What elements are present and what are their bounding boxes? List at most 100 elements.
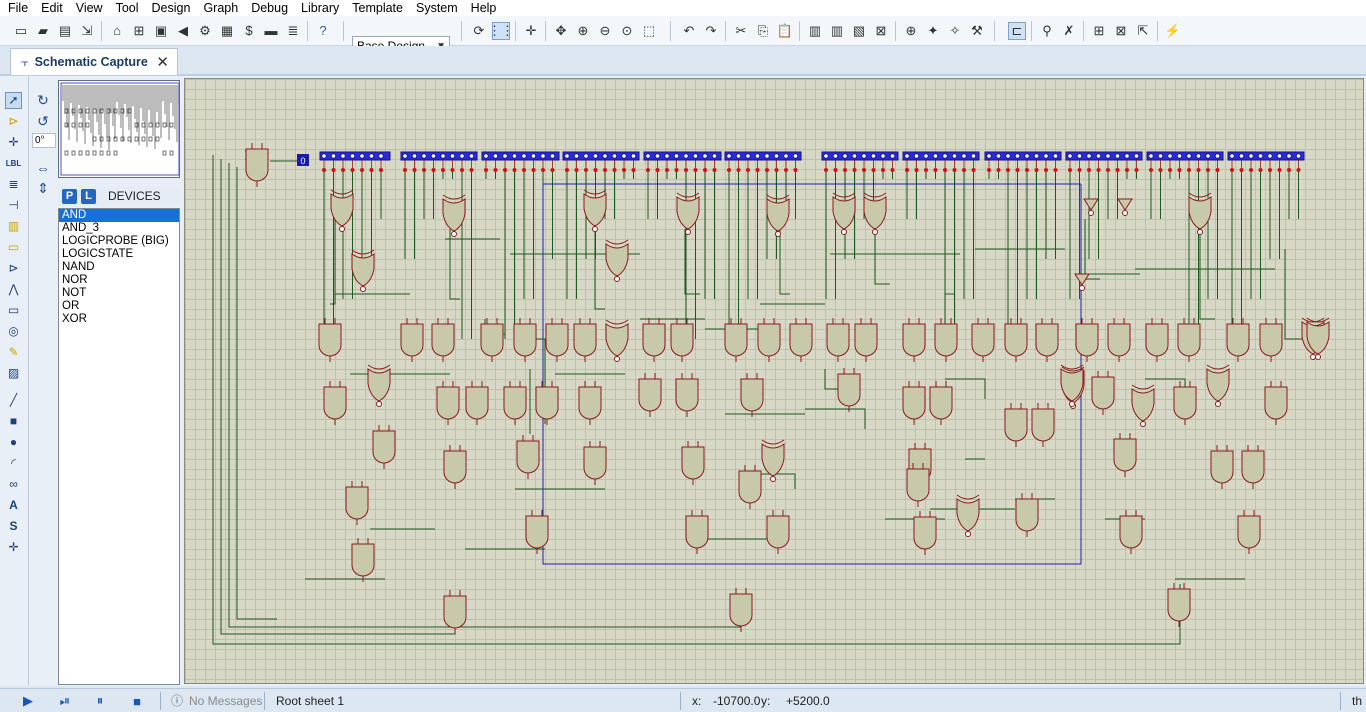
cut-icon[interactable]: ✂ (732, 22, 750, 40)
and-gate[interactable] (934, 323, 958, 357)
and-gate[interactable] (670, 323, 694, 357)
and-gate[interactable] (826, 323, 850, 357)
block-delete-icon[interactable]: ⊠ (872, 22, 890, 40)
and-gate[interactable] (443, 595, 467, 629)
library-manager-button[interactable]: L (81, 188, 96, 204)
subcircuit-icon[interactable]: ▥ (5, 218, 22, 235)
component-mode-icon[interactable]: ⊳ (5, 113, 22, 130)
menu-tool[interactable]: Tool (108, 0, 144, 16)
xor-gate[interactable] (330, 193, 354, 227)
and-gate[interactable] (318, 323, 342, 357)
menu-template[interactable]: Template (344, 0, 408, 16)
xor-gate[interactable] (605, 323, 629, 357)
and-gate[interactable] (1091, 376, 1115, 410)
and-gate[interactable] (1145, 323, 1169, 357)
wire[interactable] (760, 473, 796, 489)
and-gate[interactable] (902, 323, 926, 357)
3d-view-icon[interactable]: ◀ (174, 22, 192, 40)
and-gate[interactable] (906, 468, 930, 502)
device-item[interactable]: OR (59, 300, 179, 313)
circle-tool-icon[interactable]: ● (5, 434, 22, 451)
wire[interactable] (805, 408, 866, 429)
and-gate[interactable] (685, 515, 709, 549)
and-gate[interactable] (573, 323, 597, 357)
zoom-all-icon[interactable]: ⊙ (618, 22, 636, 40)
device-item[interactable]: XOR (59, 313, 179, 326)
overview-window[interactable] (58, 80, 180, 178)
not-gate[interactable] (1117, 198, 1133, 211)
device-item[interactable]: LOGICPROBE (BIG) (59, 235, 179, 248)
package-tool-icon[interactable]: ✧ (946, 22, 964, 40)
schematic-canvas[interactable]: 0 (184, 78, 1364, 684)
device-item[interactable]: NOR (59, 274, 179, 287)
line-tool-icon[interactable]: ╱ (5, 392, 22, 409)
and-gate[interactable] (345, 486, 369, 520)
and-gate[interactable] (1210, 450, 1234, 484)
decompose-icon[interactable]: ⚒ (968, 22, 986, 40)
menu-help[interactable]: Help (463, 0, 502, 16)
refresh-icon[interactable]: ⟳ (470, 22, 488, 40)
arc-tool-icon[interactable]: ◜ (5, 455, 22, 472)
and-gate[interactable] (1075, 323, 1099, 357)
step-icon[interactable]: ⏯ (57, 693, 73, 709)
xor-gate[interactable] (583, 193, 607, 227)
and-gate[interactable] (1119, 515, 1143, 549)
menu-debug[interactable]: Debug (243, 0, 293, 16)
property-assignment-icon[interactable]: ✗ (1060, 22, 1078, 40)
and-gate[interactable] (431, 323, 455, 357)
menu-edit[interactable]: Edit (33, 0, 68, 16)
and-gate[interactable] (1173, 386, 1197, 420)
voltage-probe-icon[interactable]: ✎ (5, 344, 22, 361)
junction-dot-icon[interactable]: ✛ (5, 134, 22, 151)
grid-toggle-icon[interactable]: ⋮⋮ (488, 22, 514, 40)
symbol-tool-icon[interactable]: S (5, 518, 22, 535)
device-item[interactable]: LOGICSTATE (59, 248, 179, 261)
and-gate[interactable] (740, 378, 764, 412)
and-gate[interactable] (724, 323, 748, 357)
and-gate[interactable] (854, 323, 878, 357)
xor-gate[interactable] (1206, 368, 1230, 402)
and-gate[interactable] (1237, 515, 1261, 549)
and-gate[interactable] (971, 323, 995, 357)
play-icon[interactable]: ▶ (20, 693, 36, 709)
bom-icon[interactable]: $ (240, 22, 258, 40)
notes-icon[interactable]: ≣ (284, 22, 302, 40)
and-gate[interactable] (443, 450, 467, 484)
and-gate[interactable] (436, 386, 460, 420)
and-gate[interactable] (789, 323, 813, 357)
sheet-status[interactable]: Root sheet 1 (276, 694, 344, 708)
mirror-vertical-icon[interactable]: ⇕ (35, 180, 51, 196)
messages-status[interactable]: No Messages (189, 694, 262, 708)
and-gate[interactable] (902, 386, 926, 420)
and-gate[interactable] (913, 516, 937, 550)
gerber-icon[interactable]: ⚙ (196, 22, 214, 40)
xor-gate[interactable] (766, 198, 790, 232)
schematic-drawing[interactable]: 0 (185, 79, 1364, 684)
wire[interactable] (1084, 219, 1100, 280)
generator-icon[interactable]: ◎ (5, 323, 22, 340)
home-icon[interactable]: ⌂ (108, 22, 126, 40)
device-item[interactable]: AND_3 (59, 222, 179, 235)
paste-icon[interactable]: 📋 (776, 22, 794, 40)
xor-gate[interactable] (351, 253, 375, 287)
and-gate[interactable] (1004, 408, 1028, 442)
and-gate[interactable] (1167, 588, 1191, 622)
wire-autorouter-icon[interactable]: ⊏ (1008, 22, 1026, 40)
save-icon[interactable]: ▤ (56, 22, 74, 40)
and-gate[interactable] (1035, 323, 1059, 357)
pan-icon[interactable]: ✥ (552, 22, 570, 40)
menu-file[interactable]: File (0, 0, 33, 16)
pick-devices-button[interactable]: P (62, 188, 77, 204)
xor-gate[interactable] (367, 368, 391, 402)
and-gate[interactable] (642, 323, 666, 357)
menu-view[interactable]: View (68, 0, 108, 16)
make-device-icon[interactable]: ✦ (924, 22, 942, 40)
rotation-angle-field[interactable]: 0° (32, 133, 56, 148)
menu-design[interactable]: Design (144, 0, 196, 16)
wire[interactable] (330, 209, 336, 305)
and-gate[interactable] (1259, 323, 1283, 357)
terminals-icon[interactable]: ▭ (5, 239, 22, 256)
wire[interactable] (236, 167, 277, 620)
mirror-horizontal-icon[interactable]: ⇔ (35, 160, 51, 176)
block-rotate-icon[interactable]: ▧ (850, 22, 868, 40)
